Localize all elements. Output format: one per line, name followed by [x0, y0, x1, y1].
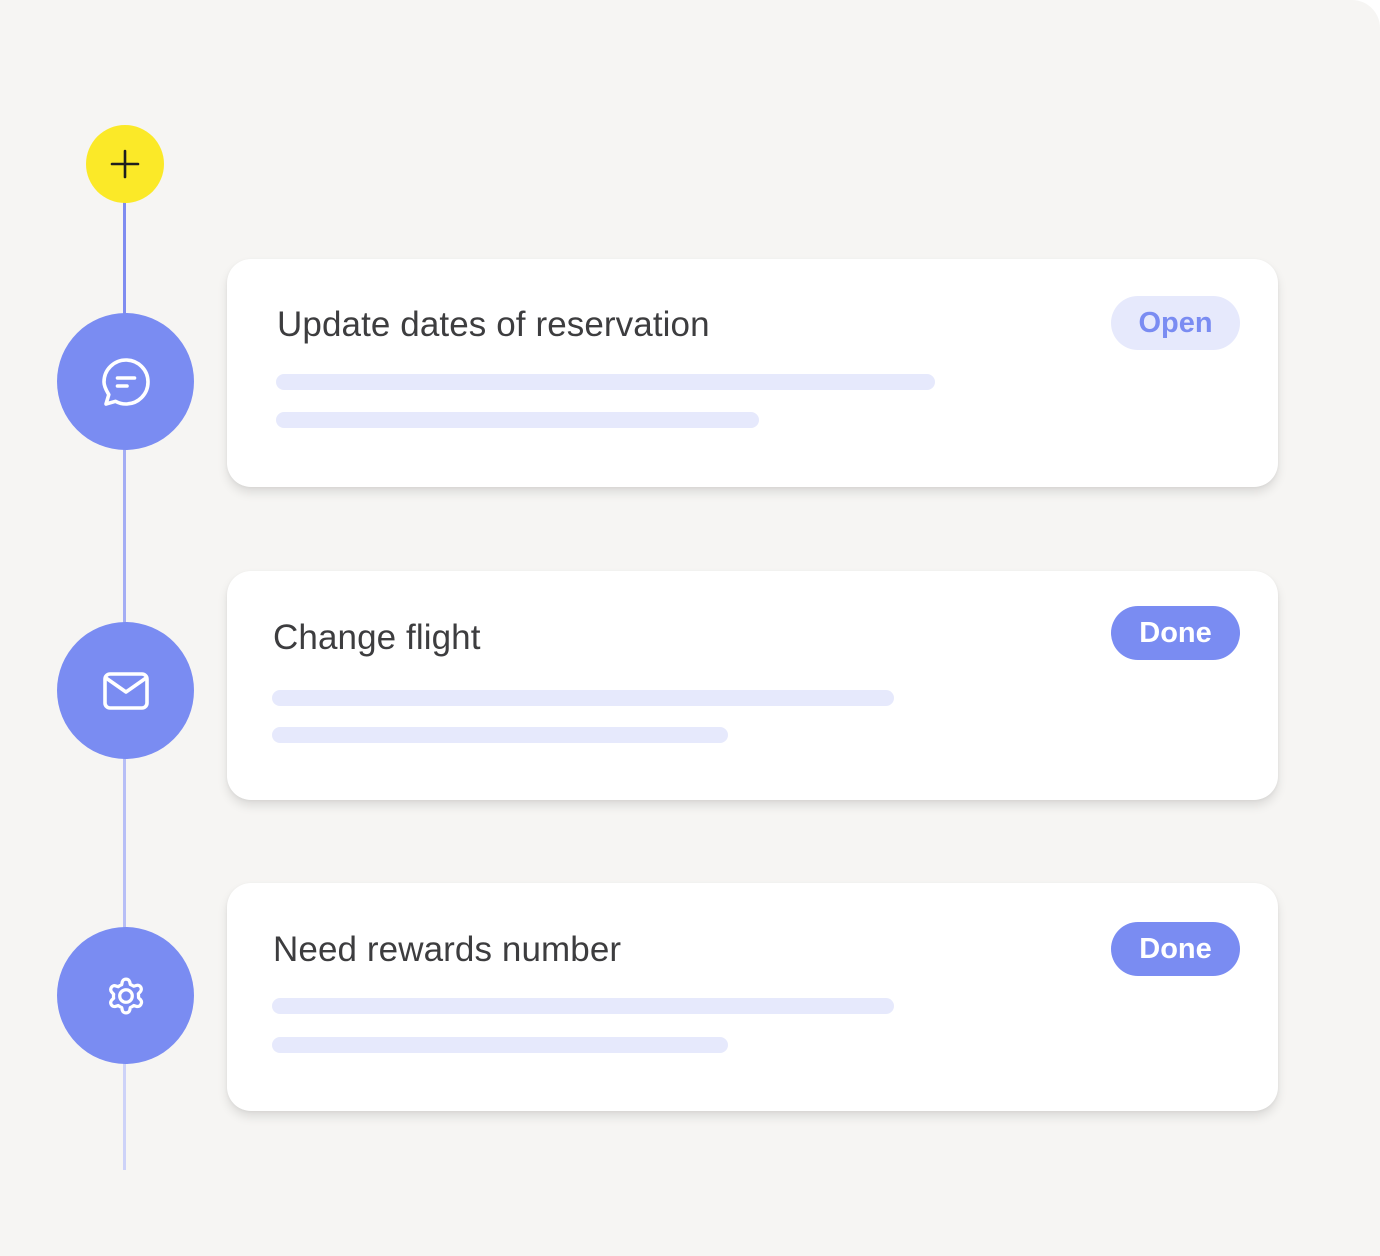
timeline-connector [123, 200, 126, 320]
timeline-panel: Update dates of reservation Open Change … [0, 0, 1380, 1256]
chat-bubble-icon [101, 357, 150, 406]
task-card[interactable]: Update dates of reservation Open [227, 259, 1278, 487]
placeholder-line [272, 690, 894, 706]
task-card[interactable]: Change flight Done [227, 571, 1278, 800]
timeline-node-settings[interactable] [57, 927, 194, 1064]
timeline-connector [123, 755, 126, 935]
task-card[interactable]: Need rewards number Done [227, 883, 1278, 1111]
mail-icon [102, 671, 149, 710]
placeholder-line [276, 412, 759, 428]
plus-icon [110, 149, 140, 179]
task-title: Update dates of reservation [277, 305, 710, 344]
timeline-connector [123, 1060, 126, 1170]
task-title: Need rewards number [273, 930, 622, 969]
timeline-node-mail[interactable] [57, 622, 194, 759]
task-title: Change flight [273, 618, 481, 657]
placeholder-line [272, 1037, 728, 1053]
placeholder-line [276, 374, 935, 390]
timeline-connector [123, 445, 126, 630]
status-badge-done[interactable]: Done [1111, 922, 1240, 976]
placeholder-line [272, 727, 728, 743]
timeline-node-chat[interactable] [57, 313, 194, 450]
status-badge-done[interactable]: Done [1111, 606, 1240, 660]
placeholder-line [272, 998, 894, 1014]
gear-icon [108, 976, 143, 1015]
add-item-button[interactable] [86, 125, 164, 203]
status-badge-open[interactable]: Open [1111, 296, 1240, 350]
